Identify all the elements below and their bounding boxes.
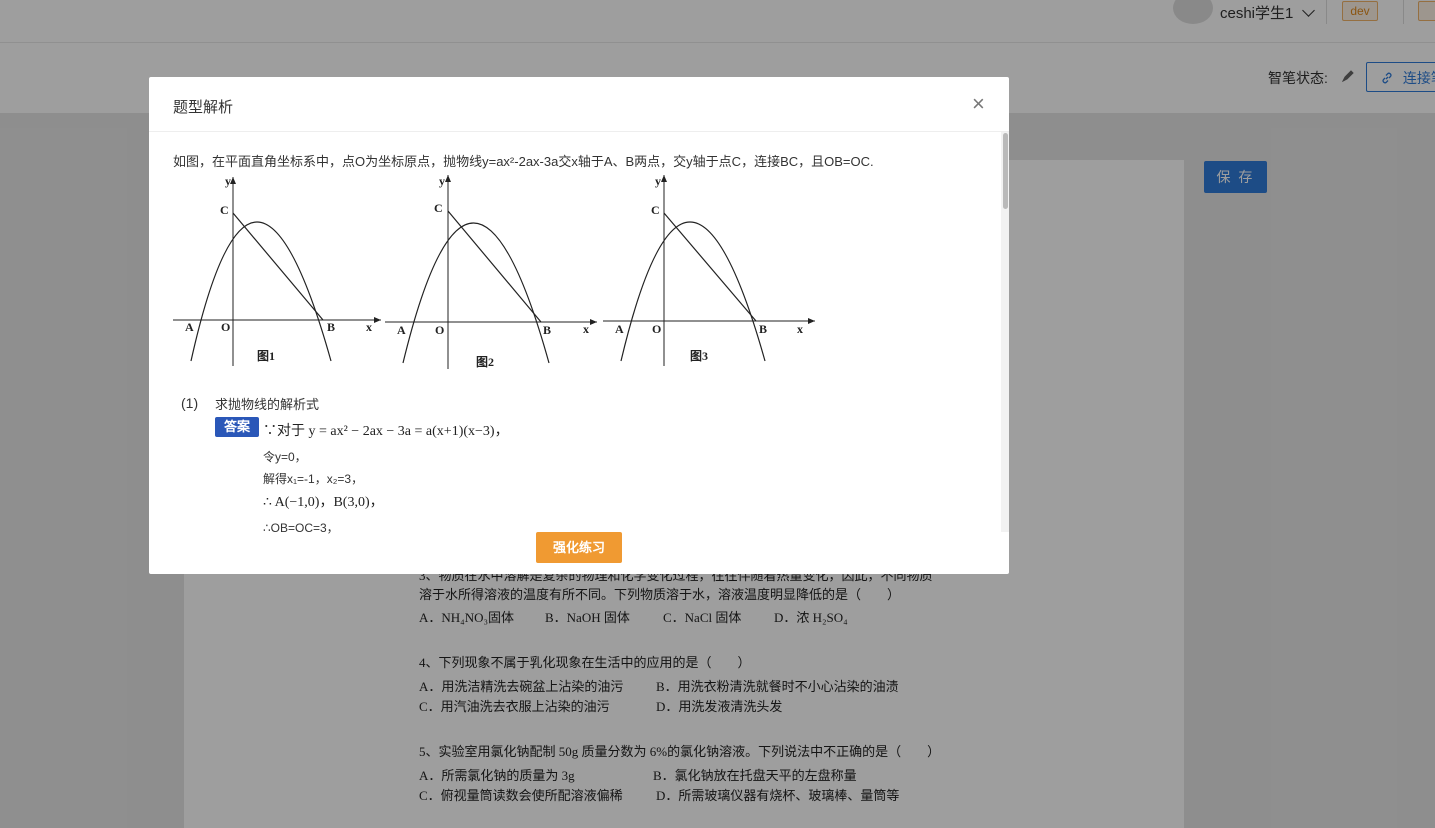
solution-line: 解得x₁=-1，x₂=3，: [263, 472, 364, 486]
point-label-c: C: [220, 203, 229, 217]
scrollbar-thumb[interactable]: [1003, 133, 1008, 209]
point-label-o: O: [435, 323, 444, 337]
point-label-o: O: [221, 320, 230, 334]
point-label-c: C: [651, 203, 660, 217]
figure-1: y C A O B x 图1: [173, 174, 381, 366]
point-label-b: B: [543, 323, 551, 337]
solution-line: 令y=0，: [263, 450, 307, 464]
figure-2: y C A O B x 图2: [385, 174, 597, 369]
axis-label-y: y: [225, 174, 231, 188]
point-label-b: B: [327, 320, 335, 334]
point-label-a: A: [615, 322, 624, 336]
divider: [149, 131, 1009, 132]
solution-line: ∴OB=OC=3，: [263, 521, 339, 535]
modal-title: 题型解析: [173, 99, 234, 116]
point-label-a: A: [185, 320, 194, 334]
part-number: (1): [181, 395, 199, 411]
figure-caption: 图3: [690, 349, 708, 363]
point-label-b: B: [759, 322, 767, 336]
point-label-a: A: [397, 323, 406, 337]
point-label-c: C: [434, 201, 443, 215]
axis-label-x: x: [797, 322, 803, 336]
axis-label-x: x: [583, 322, 589, 336]
axis-label-y: y: [655, 174, 661, 188]
question-stem: 如图，在平面直角坐标系中，点O为坐标原点，抛物线y=ax²-2ax-3a交x轴于…: [173, 154, 874, 169]
analysis-modal: 题型解析 × 如图，在平面直角坐标系中，点O为坐标原点，抛物线y=ax²-2ax…: [149, 77, 1009, 574]
figure-caption: 图2: [476, 355, 494, 369]
part-question: 求抛物线的解析式: [215, 397, 320, 412]
solution-line: ∵对于 y = ax² − 2ax − 3a = a(x+1)(x−3)，: [263, 424, 509, 439]
figure-caption: 图1: [257, 349, 275, 363]
figure-3: y C A O B x 图3: [603, 174, 815, 366]
parabola-figures: y C A O B x 图1 y C A O B x 图2 y C A O B …: [173, 174, 815, 369]
figures: y C A O B x 图1 y C A O B x 图2 y C A O B …: [171, 173, 821, 378]
solution-line: ∴ A(−1,0)，B(3,0)，: [263, 495, 384, 510]
close-icon[interactable]: ×: [972, 91, 985, 117]
answer-badge: 答案: [215, 417, 259, 437]
axis-label-y: y: [439, 174, 445, 188]
axis-label-x: x: [366, 320, 372, 334]
point-label-o: O: [652, 322, 661, 336]
practice-button[interactable]: 强化练习: [536, 532, 622, 563]
